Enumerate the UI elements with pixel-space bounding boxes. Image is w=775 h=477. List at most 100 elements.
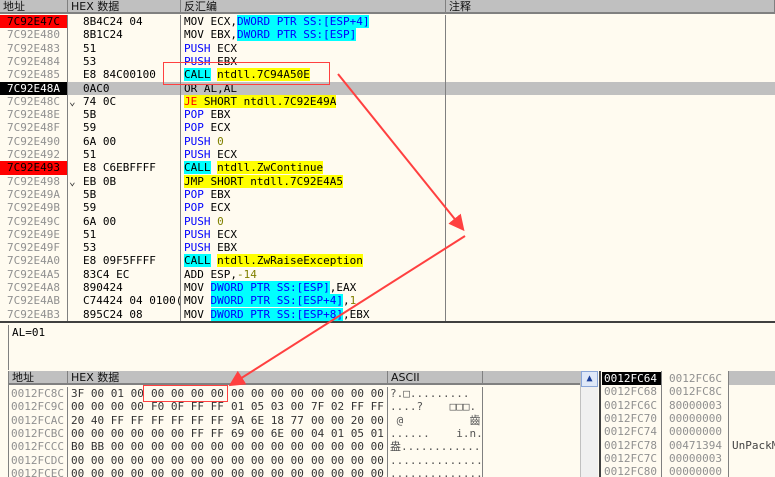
dump-hex-group[interactable]: 00 00 00 00 bbox=[151, 440, 224, 453]
dump-hex-group[interactable]: 04 01 05 01 bbox=[311, 427, 384, 440]
dump-row[interactable]: 0012FCDC 00 00 00 00 00 00 00 00 00 00 00 0… bbox=[9, 454, 580, 467]
disasm-address[interactable]: 7C92E49B bbox=[0, 201, 67, 214]
disasm-instruction[interactable]: ADD ESP,-14 bbox=[184, 268, 444, 281]
dump-address[interactable]: 0012FCBC bbox=[11, 427, 64, 440]
dump-hex-group[interactable]: FF FF FF FF bbox=[151, 414, 224, 427]
dump-hex-group[interactable]: 00 00 00 00 bbox=[311, 387, 384, 400]
stack-row[interactable]: 0012FC7C 00000003 bbox=[601, 452, 775, 465]
disasm-instruction[interactable]: CALL ntdll.ZwContinue bbox=[184, 161, 444, 175]
dump-address[interactable]: 0012FCCC bbox=[11, 440, 64, 453]
disasm-address[interactable]: 7C92E484 bbox=[0, 55, 67, 68]
disasm-address[interactable]: 7C92E480 bbox=[0, 28, 67, 41]
disasm-address[interactable]: 7C92E48C bbox=[0, 95, 67, 108]
disasm-instruction[interactable]: PUSH ECX bbox=[184, 228, 444, 241]
stack-address[interactable]: 0012FC7C bbox=[602, 452, 661, 465]
disasm-row[interactable]: 7C92E493 E8 C6EBFFFF CALL ntdll.ZwContinue bbox=[0, 161, 775, 175]
disasm-row[interactable]: 7C92E4A5 83C4 EC ADD ESP,-14 bbox=[0, 268, 775, 281]
stack-address[interactable]: 0012FC64 bbox=[602, 372, 661, 386]
dump-hex-group[interactable]: 00 00 00 00 bbox=[311, 467, 384, 477]
dump-hex-group[interactable]: 00 00 00 00 bbox=[71, 454, 144, 467]
disasm-row[interactable]: 7C92E48C ⌄ 74 0C JE SHORT ntdll.7C92E49A bbox=[0, 94, 775, 108]
disasm-row[interactable]: 7C92E48A 0AC0 OR AL,AL bbox=[0, 81, 775, 95]
stack-address[interactable]: 0012FC78 bbox=[602, 439, 661, 452]
disasm-instruction[interactable]: PUSH ECX bbox=[184, 42, 444, 55]
disasm-instruction[interactable]: POP EBX bbox=[184, 108, 444, 121]
dump-hex-group[interactable]: 00 00 00 00 bbox=[151, 454, 224, 467]
disasm-instruction[interactable]: POP EBX bbox=[184, 188, 444, 201]
dump-address[interactable]: 0012FCDC bbox=[11, 454, 64, 467]
dump-hex-group[interactable]: 00 00 00 00 bbox=[231, 454, 304, 467]
dump-hex-group[interactable]: 00 00 00 00 bbox=[231, 467, 304, 477]
disasm-address[interactable]: 7C92E49A bbox=[0, 188, 67, 201]
stack-row[interactable]: 0012FC74 00000000 bbox=[601, 425, 775, 438]
stack-row[interactable]: 0012FC80 00000000 bbox=[601, 465, 775, 477]
disasm-address[interactable]: 7C92E49C bbox=[0, 215, 67, 228]
dump-hex-group[interactable]: 00 00 00 00 bbox=[71, 427, 144, 440]
disasm-address[interactable]: 7C92E4A5 bbox=[0, 268, 67, 281]
disasm-address[interactable]: 7C92E48E bbox=[0, 108, 67, 121]
dump-hex-group[interactable]: 00 00 00 00 bbox=[311, 454, 384, 467]
disasm-address[interactable]: 7C92E493 bbox=[0, 161, 67, 175]
stack-pane[interactable]: 0012FC64 0012FC6C 0012FC68 0012FC8C 0012FC6C… bbox=[599, 371, 775, 477]
disasm-row[interactable]: 7C92E49B 59 POP ECX bbox=[0, 201, 775, 214]
disasm-row[interactable]: 7C92E4AB C74424 04 0100(MOV DWORD PTR SS:… bbox=[0, 294, 775, 308]
disasm-address[interactable]: 7C92E48A bbox=[0, 81, 67, 95]
disasm-row[interactable]: 7C92E49A 5B POP EBX bbox=[0, 188, 775, 201]
disasm-row[interactable]: 7C92E492 51 PUSH ECX bbox=[0, 148, 775, 161]
dump-hex-group[interactable]: 69 00 6E 00 bbox=[231, 427, 304, 440]
dump-row[interactable]: 0012FCAC 20 40 FF FF FF FF FF FF 9A 6E 18 7… bbox=[9, 414, 580, 427]
disasm-row[interactable]: 7C92E47C 8B4C24 04 MOV ECX,DWORD PTR SS:[E… bbox=[0, 15, 775, 29]
disasm-address[interactable]: 7C92E492 bbox=[0, 148, 67, 161]
disasm-instruction[interactable]: MOV ECX,DWORD PTR SS:[ESP+4] bbox=[184, 15, 444, 28]
dump-pane[interactable]: 地址 HEX 数据 ASCII 0012FC8C 3F 00 01 00 00 00… bbox=[8, 371, 580, 477]
disasm-row[interactable]: 7C92E4A0 E8 09F5FFFF CALL ntdll.ZwRaiseExc… bbox=[0, 254, 775, 268]
disasm-address[interactable]: 7C92E4AB bbox=[0, 294, 67, 307]
dump-hex-group[interactable]: 7F 02 FF FF bbox=[311, 400, 384, 413]
disasm-row[interactable]: 7C92E484 53 PUSH EBX bbox=[0, 55, 775, 68]
dump-hex-group[interactable]: 9A 6E 18 77 bbox=[231, 414, 304, 427]
disassembly-pane[interactable]: 地址 HEX 数据 反汇编 注释 7C92E47C 8B4C24 04 MOV EC… bbox=[0, 0, 775, 323]
disasm-address[interactable]: 7C92E49E bbox=[0, 228, 67, 241]
stack-scrollbar[interactable]: ▲ bbox=[580, 371, 598, 477]
col-header-hex[interactable]: HEX 数据 bbox=[68, 0, 181, 14]
col-header-disassembly[interactable]: 反汇编 bbox=[181, 0, 446, 14]
dump-address[interactable]: 0012FCEC bbox=[11, 467, 64, 477]
disasm-instruction[interactable]: MOV EBX,DWORD PTR SS:[ESP] bbox=[184, 28, 444, 42]
chevron-up-icon[interactable]: ▲ bbox=[581, 371, 598, 387]
stack-address[interactable]: 0012FC6C bbox=[602, 399, 661, 412]
dump-hex-group[interactable]: 00 00 FF FF bbox=[151, 427, 224, 440]
disasm-address[interactable]: 7C92E4A0 bbox=[0, 254, 67, 267]
dump-row[interactable]: 0012FC9C 00 00 00 00 F0 0F FF FF 01 05 03 0… bbox=[9, 400, 580, 413]
dump-row[interactable]: 0012FC8C 3F 00 01 00 00 00 00 00 00 00 00 0… bbox=[9, 387, 580, 400]
dump-hex-group[interactable]: 00 00 00 00 bbox=[231, 440, 304, 453]
dump-hex-group[interactable]: 00 00 20 00 bbox=[311, 414, 384, 427]
disasm-row[interactable]: 7C92E49F 53 PUSH EBX bbox=[0, 241, 775, 254]
disasm-row[interactable]: 7C92E49E 51 PUSH ECX bbox=[0, 228, 775, 241]
disasm-address[interactable]: 7C92E483 bbox=[0, 42, 67, 55]
stack-address[interactable]: 0012FC70 bbox=[602, 412, 661, 425]
stack-row[interactable]: 0012FC78 00471394 UnPackM bbox=[601, 439, 775, 452]
stack-address[interactable]: 0012FC68 bbox=[602, 385, 661, 398]
disasm-row[interactable]: 7C92E498 ⌄ EB 0B JMP SHORT ntdll.7C92E4A5 bbox=[0, 174, 775, 188]
stack-address[interactable]: 0012FC74 bbox=[602, 425, 661, 438]
disasm-instruction[interactable]: POP ECX bbox=[184, 121, 444, 134]
disasm-address[interactable]: 7C92E49F bbox=[0, 241, 67, 254]
disasm-row[interactable]: 7C92E49C 6A 00 PUSH 0 bbox=[0, 215, 775, 228]
stack-row[interactable]: 0012FC6C 80000003 bbox=[601, 399, 775, 412]
dump-address[interactable]: 0012FC8C bbox=[11, 387, 64, 400]
dump-hex-group[interactable]: 01 05 03 00 bbox=[231, 400, 304, 413]
disasm-instruction[interactable]: MOV DWORD PTR SS:[ESP+4],1 bbox=[184, 294, 444, 308]
stack-row[interactable]: 0012FC68 0012FC8C bbox=[601, 385, 775, 398]
dump-hex-group[interactable]: 00 00 00 00 bbox=[231, 387, 304, 400]
disasm-row[interactable]: 7C92E48F 59 POP ECX bbox=[0, 121, 775, 134]
disasm-address[interactable]: 7C92E47C bbox=[0, 15, 67, 29]
dump-hex-group[interactable]: 00 00 00 00 bbox=[71, 400, 144, 413]
dump-hex-group[interactable]: 20 40 FF FF bbox=[71, 414, 144, 427]
dump-hex-group[interactable]: 00 00 00 00 bbox=[71, 467, 144, 477]
disasm-instruction[interactable]: MOV DWORD PTR SS:[ESP],EAX bbox=[184, 281, 444, 294]
disasm-instruction[interactable]: MOV DWORD PTR SS:[ESP+8],EBX bbox=[184, 307, 444, 321]
dump-header-hex[interactable]: HEX 数据 bbox=[68, 371, 388, 385]
disasm-address[interactable]: 7C92E4A8 bbox=[0, 281, 67, 294]
dump-hex-group[interactable]: B0 BB 00 00 bbox=[71, 440, 144, 453]
dump-hex-group[interactable]: 00 00 00 00 bbox=[311, 440, 384, 453]
